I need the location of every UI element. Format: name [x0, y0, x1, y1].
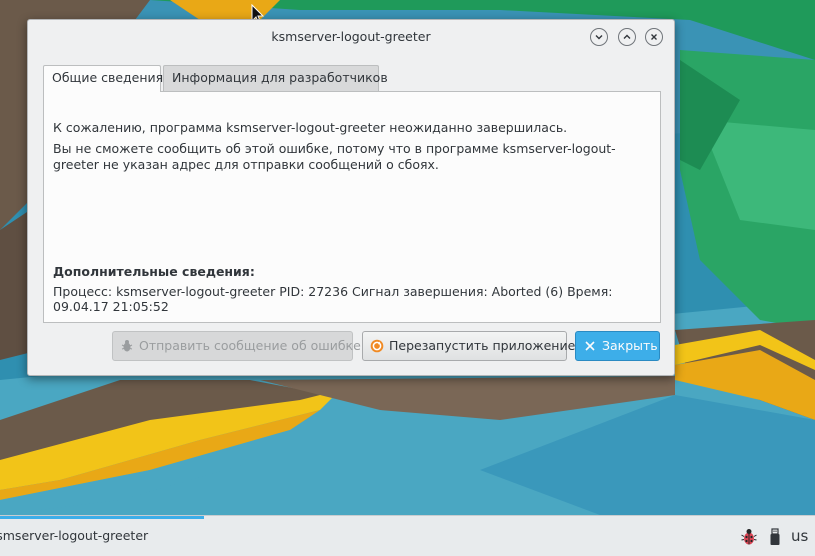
taskbar-task-item[interactable]: ksmserver-logout-greeter: [0, 528, 148, 543]
crash-dialog: ksmserver-logout-greeter Общие сведения …: [27, 19, 675, 376]
window-titlebar[interactable]: ksmserver-logout-greeter: [28, 20, 674, 54]
usb-icon[interactable]: [768, 528, 782, 546]
close-window-button[interactable]: [645, 28, 663, 46]
tab-developer-info[interactable]: Информация для разработчиков: [163, 65, 388, 91]
crash-details: Процесс: ksmserver-logout-greeter PID: 2…: [53, 284, 613, 314]
maximize-icon: [623, 34, 631, 39]
restart-app-button[interactable]: Перезапустить приложение: [362, 331, 575, 361]
bug-tray-icon[interactable]: [740, 528, 758, 546]
crash-explanation: Вы не сможете сообщить об этой ошибке, п…: [53, 141, 616, 172]
details-heading: Дополнительные сведения:: [53, 264, 255, 279]
minimize-button[interactable]: [590, 28, 608, 46]
close-button[interactable]: Закрыть: [575, 331, 660, 361]
keyboard-layout-indicator[interactable]: us: [791, 527, 808, 545]
taskbar: ksmserver-logout-greeter us: [0, 515, 815, 556]
close-x-icon: [585, 341, 595, 351]
close-icon: [651, 34, 657, 40]
crash-message: К сожалению, программа ksmserver-logout-…: [53, 120, 568, 135]
bug-icon: [121, 340, 133, 352]
maximize-button[interactable]: [618, 28, 636, 46]
window-title: ksmserver-logout-greeter: [271, 29, 431, 44]
tab-general[interactable]: Общие сведения: [43, 65, 163, 92]
close-button-label: Закрыть: [602, 338, 658, 353]
task-active-indicator: [0, 516, 204, 519]
tab-panel-general: К сожалению, программа ksmserver-logout-…: [43, 91, 661, 323]
minimize-icon: [595, 35, 603, 40]
restart-icon: [370, 339, 384, 353]
report-bug-label: Отправить сообщение об ошибке: [139, 338, 361, 353]
restart-app-label: Перезапустить приложение: [389, 338, 576, 353]
report-bug-button[interactable]: Отправить сообщение об ошибке: [112, 331, 361, 361]
